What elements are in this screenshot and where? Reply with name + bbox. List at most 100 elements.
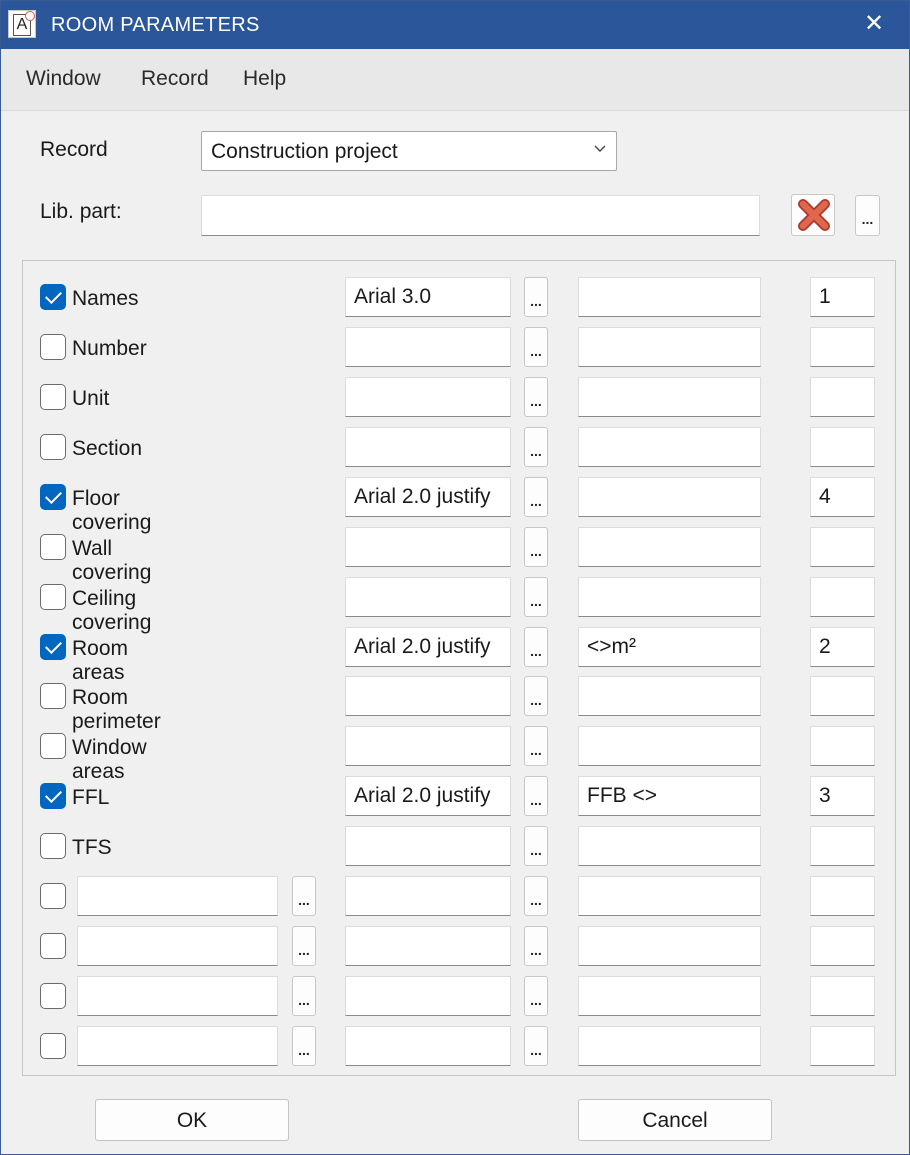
font-browse-button[interactable]: ... [524,377,548,417]
font-browse-button[interactable]: ... [524,427,548,467]
custom-name-input[interactable] [77,1026,278,1066]
order-input[interactable]: 4 [810,477,875,517]
font-browse-button[interactable]: ... [524,676,548,716]
order-input[interactable]: 2 [810,627,875,667]
custom-name-browse-button[interactable]: ... [292,976,316,1016]
font-input[interactable] [345,1026,511,1066]
format-input[interactable] [578,377,761,417]
format-input[interactable] [578,577,761,617]
format-input[interactable] [578,527,761,567]
custom-name-input[interactable] [77,876,278,916]
row-checkbox[interactable] [40,933,66,959]
font-input[interactable] [345,876,511,916]
font-input[interactable] [345,577,511,617]
custom-name-input[interactable] [77,976,278,1016]
row-checkbox[interactable] [40,534,66,560]
custom-name-browse-button[interactable]: ... [292,876,316,916]
order-input[interactable] [810,377,875,417]
format-input[interactable] [578,676,761,716]
row-checkbox[interactable] [40,584,66,610]
title-bar: A ROOM PARAMETERS ✕ [1,1,909,49]
font-browse-button[interactable]: ... [524,726,548,766]
format-input[interactable] [578,327,761,367]
close-icon[interactable]: ✕ [857,5,891,43]
format-input[interactable]: <>m² [578,627,761,667]
format-input[interactable] [578,277,761,317]
format-input[interactable] [578,1026,761,1066]
row-checkbox[interactable] [40,683,66,709]
row-checkbox[interactable] [40,1033,66,1059]
font-input[interactable] [345,377,511,417]
format-input[interactable] [578,477,761,517]
record-dropdown[interactable]: Construction project [201,131,617,171]
font-input[interactable] [345,926,511,966]
font-input[interactable] [345,427,511,467]
menu-record[interactable]: Record [141,67,209,91]
row-checkbox[interactable] [40,384,66,410]
order-input[interactable]: 1 [810,277,875,317]
lib-part-label: Lib. part: [40,200,122,223]
order-input[interactable] [810,427,875,467]
row-checkbox[interactable] [40,883,66,909]
row-checkbox[interactable] [40,484,66,510]
font-browse-button[interactable]: ... [524,776,548,816]
cancel-button[interactable]: Cancel [578,1099,772,1141]
ok-button[interactable]: OK [95,1099,289,1141]
menu-window[interactable]: Window [26,67,101,91]
row-checkbox[interactable] [40,733,66,759]
order-input[interactable] [810,327,875,367]
order-input[interactable] [810,1026,875,1066]
font-browse-button[interactable]: ... [524,876,548,916]
row-checkbox[interactable] [40,434,66,460]
font-input[interactable] [345,327,511,367]
order-input[interactable] [810,926,875,966]
order-input[interactable] [810,826,875,866]
row-checkbox[interactable] [40,334,66,360]
row-checkbox[interactable] [40,833,66,859]
format-input[interactable] [578,926,761,966]
format-input[interactable] [578,976,761,1016]
format-input[interactable] [578,876,761,916]
order-input[interactable] [810,876,875,916]
font-input[interactable] [345,676,511,716]
font-browse-button[interactable]: ... [524,627,548,667]
font-browse-button[interactable]: ... [524,926,548,966]
order-input[interactable] [810,577,875,617]
format-input[interactable] [578,427,761,467]
font-input[interactable] [345,726,511,766]
row-checkbox[interactable] [40,634,66,660]
row-checkbox[interactable] [40,983,66,1009]
lib-part-input[interactable] [201,195,760,236]
row-checkbox[interactable] [40,284,66,310]
font-browse-button[interactable]: ... [524,327,548,367]
browse-lib-part-button[interactable]: ... [855,195,880,236]
menu-help[interactable]: Help [243,67,286,91]
font-input[interactable]: Arial 3.0 [345,277,511,317]
font-browse-button[interactable]: ... [524,477,548,517]
font-input[interactable] [345,976,511,1016]
font-browse-button[interactable]: ... [524,826,548,866]
font-input[interactable]: Arial 2.0 justify [345,627,511,667]
font-input[interactable] [345,527,511,567]
font-browse-button[interactable]: ... [524,527,548,567]
font-input[interactable] [345,826,511,866]
font-browse-button[interactable]: ... [524,976,548,1016]
delete-lib-part-button[interactable] [791,194,835,236]
font-input[interactable]: Arial 2.0 justify [345,477,511,517]
format-input[interactable] [578,726,761,766]
format-input[interactable]: FFB <> [578,776,761,816]
font-browse-button[interactable]: ... [524,577,548,617]
order-input[interactable] [810,976,875,1016]
order-input[interactable] [810,726,875,766]
font-browse-button[interactable]: ... [524,277,548,317]
font-input[interactable]: Arial 2.0 justify [345,776,511,816]
custom-name-input[interactable] [77,926,278,966]
order-input[interactable] [810,527,875,567]
order-input[interactable]: 3 [810,776,875,816]
format-input[interactable] [578,826,761,866]
order-input[interactable] [810,676,875,716]
custom-name-browse-button[interactable]: ... [292,1026,316,1066]
font-browse-button[interactable]: ... [524,1026,548,1066]
custom-name-browse-button[interactable]: ... [292,926,316,966]
row-checkbox[interactable] [40,783,66,809]
